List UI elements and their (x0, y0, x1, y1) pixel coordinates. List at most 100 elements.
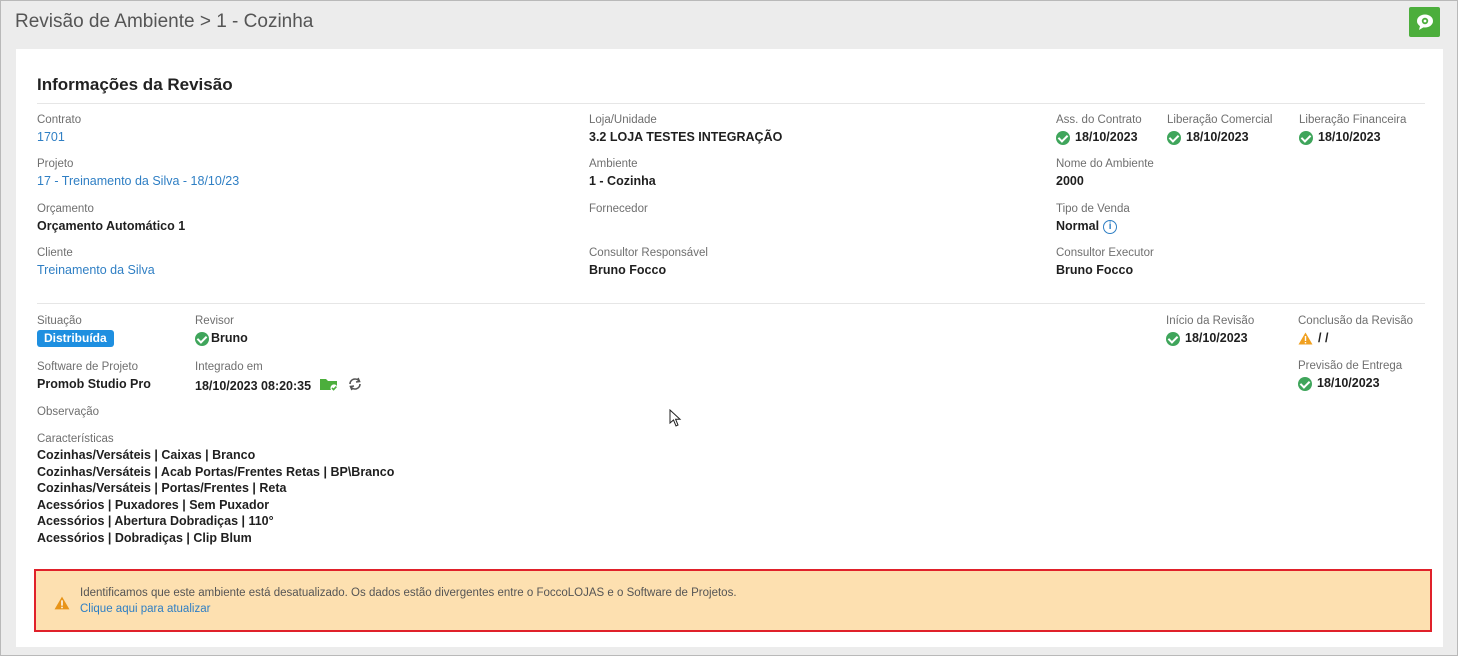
field-consultor-executor: Consultor Executor Bruno Focco (1056, 246, 1154, 279)
update-link[interactable]: Clique aqui para atualizar (80, 603, 210, 615)
check-circle-icon (1298, 376, 1312, 391)
field-value: 18/10/2023 (1075, 130, 1138, 144)
field-label: Liberação Financeira (1299, 114, 1407, 126)
field-label: Orçamento (37, 203, 94, 215)
field-caracteristicas: Características Cozinhas/Versáteis | Cai… (37, 432, 394, 547)
warning-icon (54, 596, 70, 610)
field-value-row: / / (1298, 330, 1413, 347)
field-loja: Loja/Unidade 3.2 LOJA TESTES INTEGRAÇÃO (589, 113, 782, 146)
divider (37, 303, 1425, 304)
field-value: Normal (1056, 219, 1100, 233)
field-value: 18/10/2023 08:20:35 (195, 379, 312, 393)
field-label: Liberação Comercial (1167, 114, 1273, 126)
field-observacao: Observação (37, 405, 99, 420)
field-value: 3.2 LOJA TESTES INTEGRAÇÃO (589, 130, 783, 144)
field-label: Observação (37, 406, 100, 418)
field-cliente: Cliente Treinamento da Silva (37, 246, 155, 279)
field-consultor-responsavel: Consultor Responsável Bruno Focco (589, 246, 708, 279)
field-nome-ambiente: Nome do Ambiente 2000 (1056, 157, 1154, 190)
list-item: Cozinhas/Versáteis | Portas/Frentes | Re… (37, 481, 287, 496)
field-value: / / (1318, 331, 1329, 345)
list-item: Cozinhas/Versáteis | Acab Portas/Frentes… (37, 464, 395, 479)
field-value-row: 18/10/2023 (1299, 129, 1406, 146)
field-revisor: Revisor Bruno (195, 314, 248, 347)
field-label: Software de Projeto (37, 361, 139, 373)
field-label: Consultor Responsável (589, 247, 708, 259)
chat-icon (1416, 14, 1433, 30)
field-tipo-venda: Tipo de Venda Normal i (1056, 202, 1130, 235)
field-label: Ambiente (589, 158, 638, 170)
field-value: Bruno Focco (1056, 263, 1134, 277)
field-fornecedor: Fornecedor (589, 202, 648, 218)
field-value: 1 - Cozinha (589, 174, 656, 188)
field-label: Loja/Unidade (589, 114, 657, 126)
divider (37, 103, 1425, 104)
field-contrato: Contrato 1701 (37, 113, 81, 146)
field-ambiente: Ambiente 1 - Cozinha (589, 157, 656, 190)
status-badge: Distribuída (37, 330, 114, 347)
field-label: Consultor Executor (1056, 247, 1154, 259)
field-value: 18/10/2023 (1186, 130, 1249, 144)
cliente-link[interactable]: Treinamento da Silva (37, 262, 155, 279)
refresh-icon (349, 377, 361, 391)
review-card: Informações da Revisão Contrato 1701 Pro… (16, 49, 1443, 647)
field-projeto: Projeto 17 - Treinamento da Silva - 18/1… (37, 157, 239, 190)
page-title: Revisão de Ambiente > 1 - Cozinha (15, 11, 314, 32)
chat-button[interactable] (1409, 7, 1440, 37)
check-circle-icon (1167, 130, 1181, 145)
field-label: Integrado em (195, 361, 263, 373)
field-label: Contrato (37, 114, 82, 126)
outdated-alert: Identificamos que este ambiente está des… (34, 569, 1432, 632)
field-value: Bruno Focco (589, 263, 667, 277)
contrato-link[interactable]: 1701 (37, 129, 81, 146)
field-previsao-entrega: Previsão de Entrega 18/10/2023 (1298, 359, 1402, 392)
field-label: Situação (37, 315, 82, 327)
field-label: Ass. do Contrato (1056, 114, 1142, 126)
info-icon[interactable]: i (1103, 219, 1118, 234)
section-title: Informações da Revisão (37, 75, 233, 94)
field-value: Orçamento Automático 1 (37, 219, 186, 233)
field-value: 18/10/2023 (1317, 376, 1380, 390)
list-item: Cozinhas/Versáteis | Caixas | Branco (37, 448, 256, 462)
folder-check-icon (320, 379, 338, 392)
check-circle-icon (1299, 130, 1313, 145)
refresh-button[interactable] (347, 376, 363, 397)
field-inicio-revisao: Início da Revisão 18/10/2023 (1166, 314, 1254, 347)
check-circle-icon (1056, 130, 1070, 145)
field-value: Bruno (211, 331, 248, 345)
field-value: 18/10/2023 (1318, 130, 1381, 144)
field-situacao: Situação Distribuída (37, 314, 114, 347)
field-value: Promob Studio Pro (37, 377, 151, 391)
field-label: Início da Revisão (1166, 315, 1255, 327)
field-label: Conclusão da Revisão (1298, 315, 1414, 327)
alert-message: Identificamos que este ambiente está des… (80, 587, 737, 599)
mouse-cursor-icon (669, 409, 682, 427)
field-value: 2000 (1056, 174, 1084, 188)
field-value-row: 18/10/2023 (1167, 129, 1272, 146)
field-orcamento: Orçamento Orçamento Automático 1 (37, 202, 185, 235)
field-value-row: 18/10/2023 (1056, 129, 1142, 146)
folder-check-button[interactable] (319, 376, 339, 397)
field-label: Tipo de Venda (1056, 203, 1130, 215)
field-value-row: 18/10/2023 (1298, 375, 1402, 392)
list-item: Acessórios | Dobradiças | Clip Blum (37, 530, 252, 545)
projeto-link[interactable]: 17 - Treinamento da Silva - 18/10/23 (37, 173, 239, 190)
field-value-row: 18/10/2023 08:20:35 (195, 376, 363, 397)
app-frame: Revisão de Ambiente > 1 - Cozinha Inform… (0, 0, 1458, 656)
field-label: Nome do Ambiente (1056, 158, 1154, 170)
field-ass-contrato: Ass. do Contrato 18/10/2023 (1056, 113, 1142, 146)
field-liberacao-comercial: Liberação Comercial 18/10/2023 (1167, 113, 1272, 146)
field-software: Software de Projeto Promob Studio Pro (37, 360, 151, 393)
list-item: Acessórios | Abertura Dobradiças | 110° (37, 514, 274, 529)
field-value-row: Normal i (1056, 218, 1130, 235)
field-conclusao-revisao: Conclusão da Revisão / / (1298, 314, 1413, 347)
list-item: Acessórios | Puxadores | Sem Puxador (37, 497, 270, 512)
warning-icon (1298, 332, 1313, 345)
field-value-row: 18/10/2023 (1166, 330, 1254, 347)
field-label: Cliente (37, 247, 73, 259)
field-label: Previsão de Entrega (1298, 360, 1403, 372)
field-label: Projeto (37, 158, 74, 170)
field-label: Fornecedor (589, 203, 648, 215)
check-circle-icon (195, 331, 209, 346)
field-liberacao-financeira: Liberação Financeira 18/10/2023 (1299, 113, 1406, 146)
